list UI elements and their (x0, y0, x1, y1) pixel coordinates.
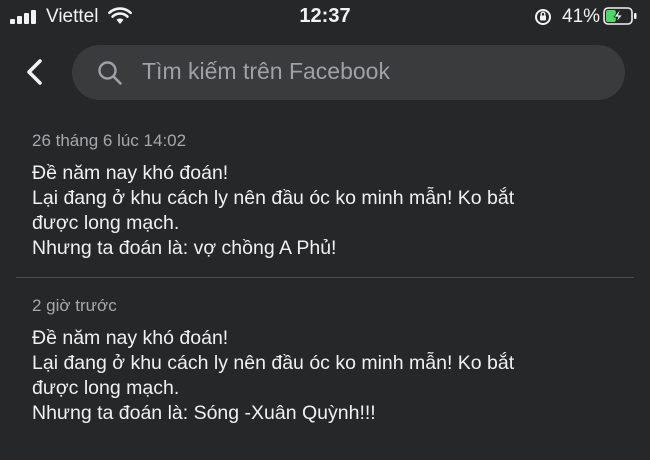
status-bar: Viettel 12:37 41% (0, 0, 650, 36)
post-text: Đề năm nay khó đoán! Lại đang ở khu cách… (32, 326, 632, 426)
post-text-line: Nhưng ta đoán là: vợ chồng A Phủ! (32, 237, 337, 259)
post-text-line: Đề năm nay khó đoán! (32, 162, 229, 184)
post-text-line: được long mạch. (32, 377, 180, 399)
edit-history-item: 2 giờ trước Đề năm nay khó đoán! Lại đan… (32, 296, 632, 426)
post-text-line: được long mạch. (32, 212, 180, 234)
post-text-line: Nhưng ta đoán là: Sóng -Xuân Quỳnh!!! (32, 402, 376, 424)
app-screen: Viettel 12:37 41% Tìm kiếm trên Facebook (0, 0, 650, 460)
post-timestamp: 2 giờ trước (32, 296, 117, 315)
back-button[interactable] (20, 54, 52, 90)
post-timestamp: 26 tháng 6 lúc 14:02 (32, 131, 187, 150)
search-input[interactable]: Tìm kiếm trên Facebook (72, 45, 625, 100)
search-placeholder: Tìm kiếm trên Facebook (142, 58, 390, 84)
post-text-line: Đề năm nay khó đoán! (32, 327, 229, 349)
post-text-line: Lại đang ở khu cách ly nên đầu óc ko min… (32, 352, 515, 374)
search-icon (98, 61, 122, 85)
post-text: Đề năm nay khó đoán! Lại đang ở khu cách… (32, 161, 632, 261)
divider (16, 277, 634, 278)
rotation-lock-icon (535, 9, 551, 25)
battery-charging-icon (603, 7, 637, 25)
post-text-line: Lại đang ở khu cách ly nên đầu óc ko min… (32, 187, 515, 209)
battery-percentage: 41% (562, 6, 601, 27)
edit-history-item: 26 tháng 6 lúc 14:02 Đề năm nay khó đoán… (32, 131, 632, 261)
status-time: 12:37 (299, 5, 351, 27)
